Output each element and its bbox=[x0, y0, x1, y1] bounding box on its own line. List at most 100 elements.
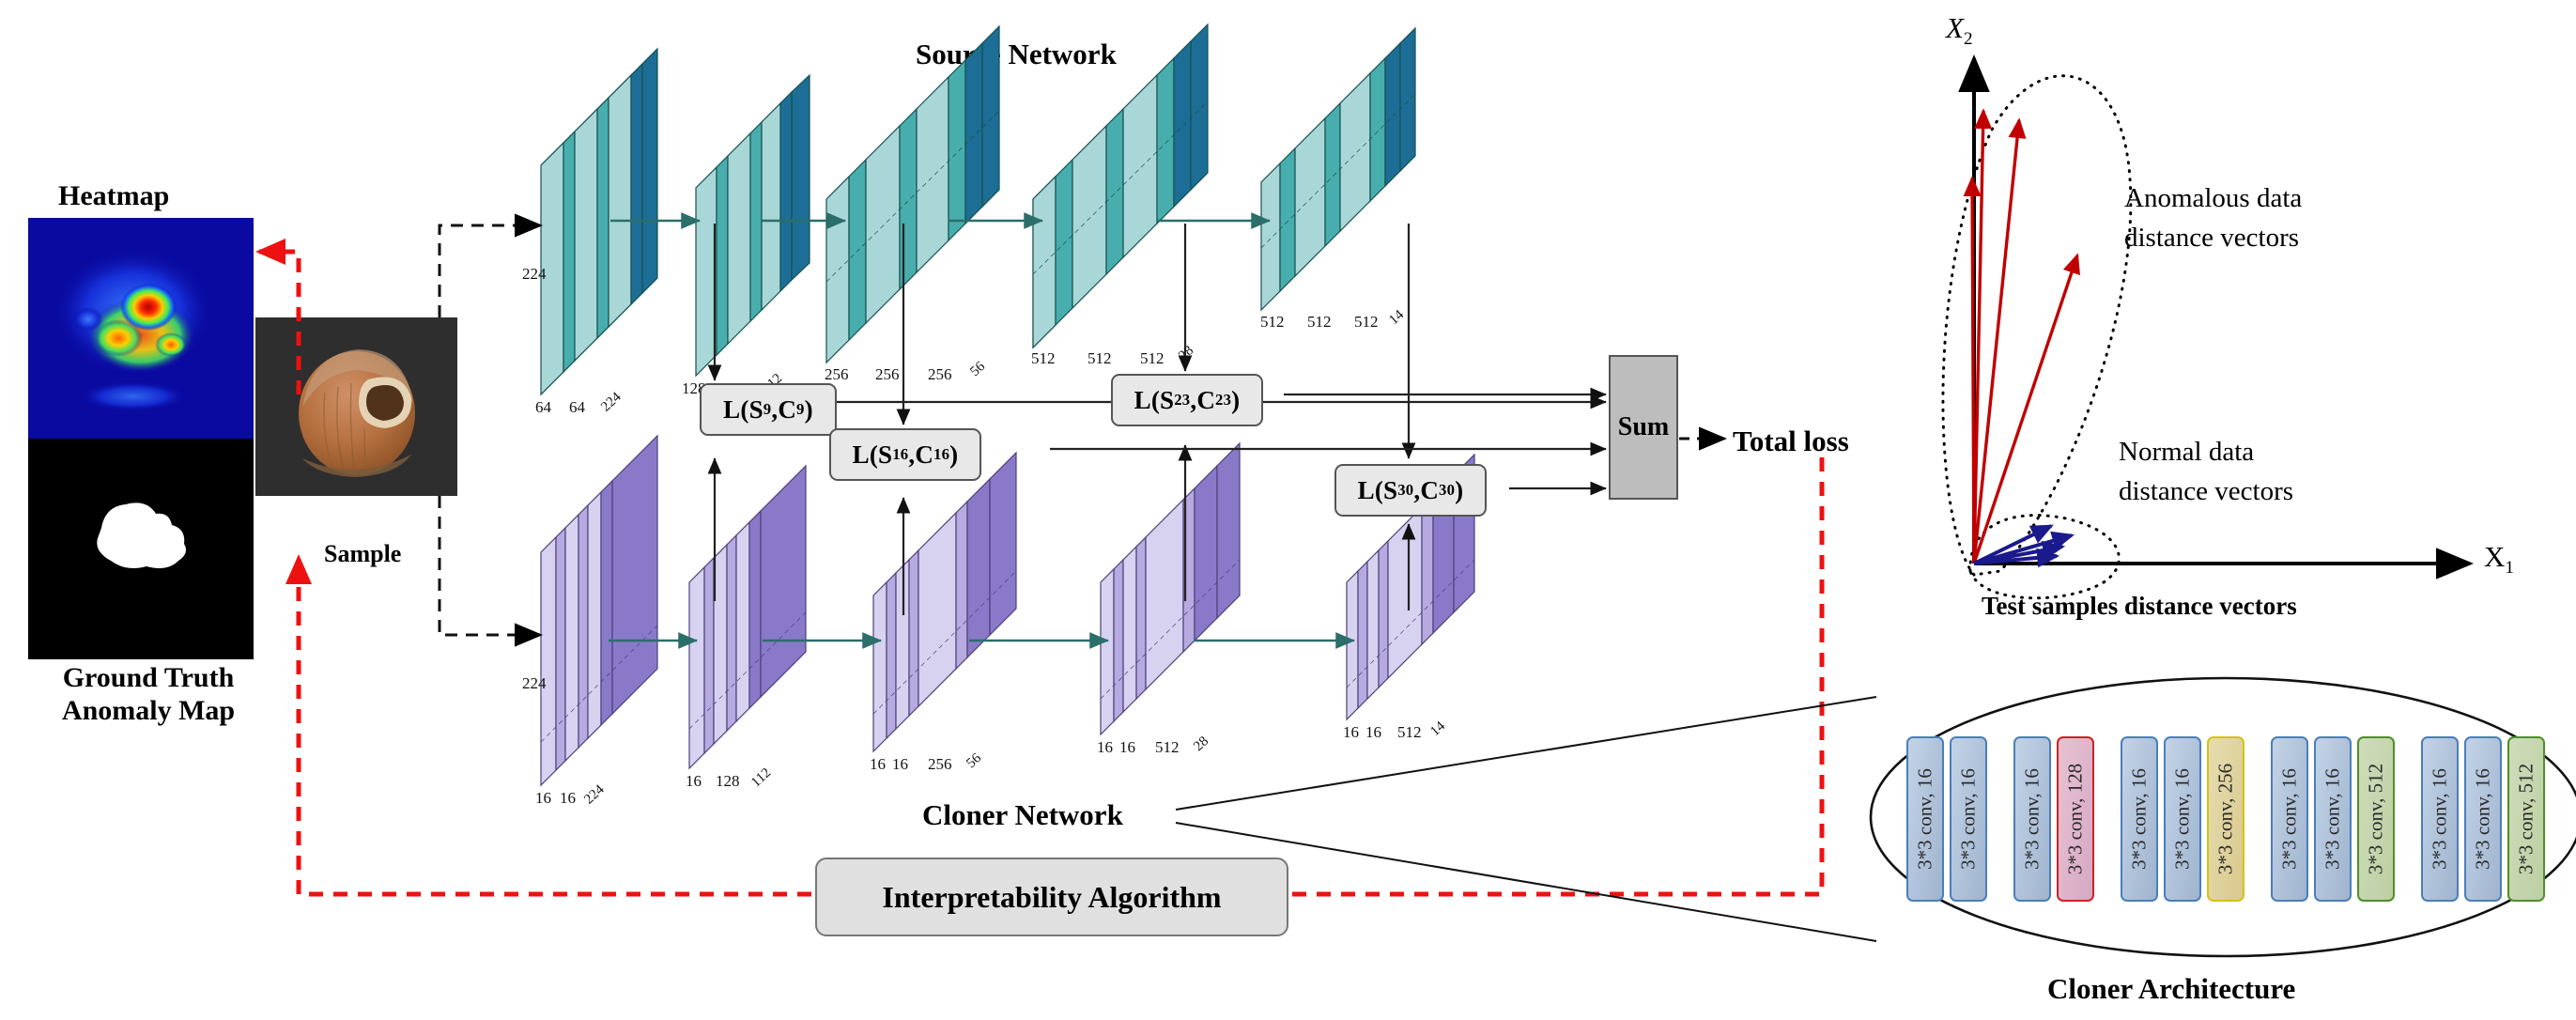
cloner-b3-dim-0: 16 bbox=[870, 755, 886, 773]
conv-chip-label-1: 3*3 conv, 16 bbox=[1956, 768, 1980, 870]
test-samples-title: Test samples distance vectors bbox=[1982, 592, 2297, 620]
source-b3-depth: 56 bbox=[967, 359, 989, 380]
cloner-block-2 bbox=[688, 464, 807, 770]
source-b5-depth: 14 bbox=[1386, 307, 1408, 329]
source-block-1 bbox=[540, 47, 658, 396]
vector-plot bbox=[1941, 54, 2474, 600]
anomalous-envelope bbox=[1941, 74, 2133, 577]
loss-s23-sub1: 23 bbox=[1174, 391, 1191, 409]
cloner-b2-depth: 112 bbox=[748, 765, 775, 791]
loss-s9-main: L(S bbox=[723, 394, 764, 424]
conv-chip-7[interactable]: 3*3 conv, 16 bbox=[2271, 736, 2308, 902]
cloner-b4-dim-2: 512 bbox=[1155, 738, 1180, 756]
conv-chip-label-6: 3*3 conv, 256 bbox=[2214, 763, 2237, 875]
loss-s9-sub2: 9 bbox=[796, 400, 805, 418]
cloner-b4-dim-0: 16 bbox=[1097, 738, 1113, 756]
conv-chip-label-0: 3*3 conv, 16 bbox=[1913, 768, 1936, 870]
conv-chip-9[interactable]: 3*3 conv, 512 bbox=[2357, 736, 2395, 902]
loss-s30-end: ) bbox=[1455, 475, 1464, 504]
source-input-dim: 224 bbox=[522, 265, 547, 283]
loss-box-s30[interactable]: L(S 30 ,C 30) bbox=[1334, 464, 1487, 517]
normal-envelope bbox=[1968, 514, 2121, 600]
loss-s16-end: ) bbox=[949, 440, 959, 469]
conv-chip-label-7: 3*3 conv, 16 bbox=[2277, 768, 2301, 870]
normal-vectors bbox=[1973, 524, 2075, 568]
cloner-b5-dim-2: 512 bbox=[1397, 723, 1422, 741]
source-b5-dim-1: 512 bbox=[1307, 313, 1332, 331]
conv-chip-label-2: 3*3 conv, 16 bbox=[2020, 768, 2044, 870]
conv-chip-3[interactable]: 3*3 conv, 128 bbox=[2057, 736, 2094, 902]
conv-chip-group-2: 3*3 conv, 16 3*3 conv, 16 3*3 conv, 256 bbox=[2121, 736, 2244, 902]
source-b3-dim-2: 256 bbox=[928, 365, 952, 383]
loss-s30-sub2: 30 bbox=[1439, 481, 1456, 499]
source-block-3 bbox=[825, 24, 1000, 364]
anomalous-label-line2: distance vectors bbox=[2124, 223, 2300, 254]
loss-s9-sub1: 9 bbox=[763, 400, 772, 418]
cloner-b5-dim-0: 16 bbox=[1343, 723, 1359, 741]
conv-chip-1[interactable]: 3*3 conv, 16 bbox=[1950, 736, 1987, 902]
y-axis-label: X2 bbox=[1946, 11, 1973, 50]
x-axis-sub: 1 bbox=[2505, 558, 2514, 579]
interpretability-algorithm-box[interactable]: Interpretability Algorithm bbox=[815, 858, 1288, 936]
loss-s23-sub2: 23 bbox=[1215, 391, 1232, 409]
source-b4-dim-0: 512 bbox=[1031, 349, 1056, 367]
loss-box-s9[interactable]: L(S 9 ,C 9) bbox=[700, 383, 837, 436]
cloner-b4-dim-1: 16 bbox=[1119, 738, 1135, 756]
conv-chip-label-10: 3*3 conv, 16 bbox=[2428, 768, 2451, 870]
cloner-b5-dim-1: 16 bbox=[1365, 723, 1381, 741]
cloner-b1-dim-1: 16 bbox=[560, 789, 576, 807]
ground-truth-image bbox=[28, 439, 254, 659]
conv-chip-8[interactable]: 3*3 conv, 16 bbox=[2314, 736, 2352, 902]
cloner-b3-depth: 56 bbox=[964, 750, 985, 772]
cloner-b3-dim-1: 16 bbox=[892, 755, 908, 773]
cloner-b4-depth: 28 bbox=[1191, 734, 1212, 755]
conv-chip-6[interactable]: 3*3 conv, 256 bbox=[2207, 736, 2244, 902]
loss-s23-mid: ,C bbox=[1190, 385, 1216, 414]
conv-chip-group-1: 3*3 conv, 16 3*3 conv, 128 bbox=[2013, 736, 2094, 902]
cloner-architecture-title: Cloner Architecture bbox=[2047, 972, 2296, 1005]
conv-chip-label-3: 3*3 conv, 128 bbox=[2063, 763, 2087, 875]
total-loss-label: Total loss bbox=[1733, 425, 1849, 457]
normal-vectors-label: Normal data distance vectors bbox=[2119, 432, 2293, 511]
ground-truth-title: Ground Truth Anomaly Map bbox=[36, 662, 261, 727]
conv-chip-10[interactable]: 3*3 conv, 16 bbox=[2421, 736, 2459, 902]
conv-chip-11[interactable]: 3*3 conv, 16 bbox=[2464, 736, 2502, 902]
anomalous-vectors-label: Anomalous data distance vectors bbox=[2124, 178, 2302, 257]
normal-label-line1: Normal data bbox=[2119, 437, 2255, 467]
sample-image bbox=[255, 317, 457, 496]
source-block-5 bbox=[1260, 26, 1416, 312]
loss-s30-main: L(S bbox=[1357, 475, 1398, 504]
conv-chip-0[interactable]: 3*3 conv, 16 bbox=[1906, 736, 1944, 902]
source-block-2 bbox=[695, 73, 810, 378]
sample-title: Sample bbox=[324, 540, 402, 567]
source-b3-dim-1: 256 bbox=[875, 365, 900, 383]
source-b1-dim-1: 64 bbox=[569, 398, 585, 416]
cloner-block-1 bbox=[540, 434, 658, 787]
conv-chip-group-4: 3*3 conv, 16 3*3 conv, 16 3*3 conv, 512 bbox=[2421, 736, 2545, 902]
ground-truth-line1: Ground Truth bbox=[62, 662, 235, 693]
conv-chip-2[interactable]: 3*3 conv, 16 bbox=[2013, 736, 2051, 902]
conv-chip-12[interactable]: 3*3 conv, 512 bbox=[2507, 736, 2545, 902]
cloner-block-3 bbox=[872, 451, 1017, 753]
loss-s16-main: L(S bbox=[852, 440, 893, 469]
loss-s9-end: ) bbox=[804, 394, 813, 424]
y-axis-sub: 2 bbox=[1963, 29, 1973, 50]
conv-chip-label-8: 3*3 conv, 16 bbox=[2321, 768, 2344, 870]
cloner-b1-dim-0: 16 bbox=[535, 789, 551, 807]
loss-box-s16[interactable]: L(S 16 ,C 16) bbox=[829, 428, 981, 481]
source-b4-depth: 28 bbox=[1176, 343, 1197, 364]
cloner-b1-depth: 224 bbox=[581, 781, 608, 808]
conv-chip-label-12: 3*3 conv, 512 bbox=[2514, 763, 2537, 875]
source-b5-dim-0: 512 bbox=[1260, 313, 1285, 331]
loss-s9-mid: ,C bbox=[771, 394, 797, 424]
conv-chip-group-3: 3*3 conv, 16 3*3 conv, 16 3*3 conv, 512 bbox=[2271, 736, 2395, 902]
cloner-input-dim: 224 bbox=[522, 674, 547, 692]
conv-chip-4[interactable]: 3*3 conv, 16 bbox=[2121, 736, 2158, 902]
ground-truth-line2: Anomaly Map bbox=[61, 694, 236, 726]
heatmap-image bbox=[28, 218, 254, 439]
loss-s16-sub2: 16 bbox=[933, 445, 950, 463]
loss-box-s23[interactable]: L(S 23 ,C 23) bbox=[1111, 374, 1263, 426]
conv-chip-5[interactable]: 3*3 conv, 16 bbox=[2164, 736, 2201, 902]
sum-box[interactable]: Sum bbox=[1609, 355, 1678, 500]
cloner-b2-dim-0: 16 bbox=[686, 772, 702, 790]
